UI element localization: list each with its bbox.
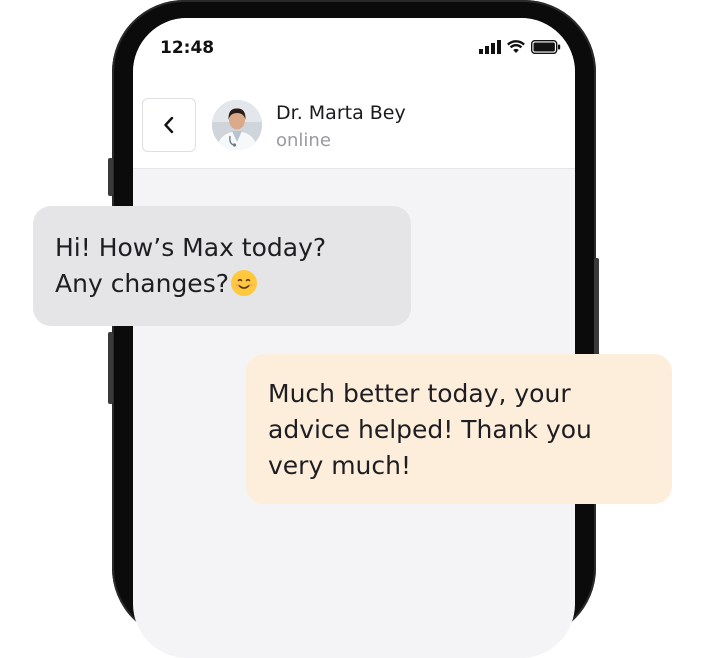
smiling-face-icon [231,270,257,296]
doctor-avatar-image [212,100,262,150]
chevron-left-icon [164,116,174,134]
message-line: advice helped! Thank you [268,415,592,444]
message-line: Hi! How’s Max today? [55,233,327,262]
avatar[interactable] [212,100,262,150]
incoming-message-bubble[interactable]: Hi! How’s Max today? Any changes? [33,206,411,326]
status-icons [479,40,561,54]
back-button[interactable] [142,98,196,152]
chat-header: Dr. Marta Bey online [133,80,575,169]
outgoing-message-bubble[interactable]: Much better today, your advice helped! T… [246,354,672,504]
message-line: Any changes? [55,269,229,298]
status-time: 12:48 [160,38,215,58]
contact-name: Dr. Marta Bey [276,102,406,124]
message-line-with-emoji: Any changes? [55,266,389,302]
message-line: Much better today, your [268,379,571,408]
contact-status: online [276,130,331,151]
phone-screen: 12:48 Dr. Marta Bey online [133,18,575,658]
volume-down-button [108,332,113,404]
message-line: very much! [268,451,412,480]
mute-switch [108,158,113,196]
signal-icon [479,40,501,54]
power-button [594,258,599,358]
status-bar: 12:48 [133,18,575,80]
wifi-icon [507,40,525,53]
battery-icon [531,40,561,54]
